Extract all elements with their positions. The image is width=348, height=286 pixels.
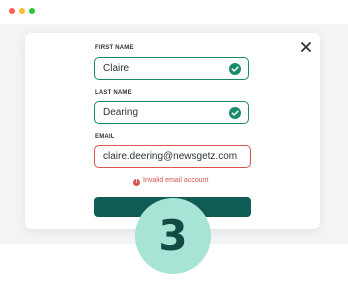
check-circle-icon <box>229 63 241 75</box>
last-name-label: LAST NAME <box>95 90 132 96</box>
close-icon[interactable] <box>300 41 312 53</box>
title-bar <box>0 0 348 24</box>
email-label: EMAIL <box>95 134 115 140</box>
email-value: claire.deering@newsgetz.com <box>103 151 238 162</box>
step-number-badge: 3 <box>135 198 211 274</box>
email-field[interactable]: claire.deering@newsgetz.com <box>94 145 251 168</box>
app-window: FIRST NAME Claire LAST NAME Dearing EMAI… <box>0 0 348 286</box>
error-circle-icon: ! <box>133 179 140 186</box>
check-circle-icon <box>229 107 241 119</box>
close-window-dot[interactable] <box>9 8 15 14</box>
email-error-message: ! Invalid email account <box>133 177 208 186</box>
email-error-text: Invalid email account <box>143 177 209 184</box>
last-name-value: Dearing <box>103 107 139 118</box>
maximize-window-dot[interactable] <box>29 8 35 14</box>
first-name-value: Claire <box>103 63 130 74</box>
first-name-label: FIRST NAME <box>95 45 134 51</box>
minimize-window-dot[interactable] <box>19 8 25 14</box>
first-name-field[interactable]: Claire <box>94 57 249 80</box>
last-name-field[interactable]: Dearing <box>94 101 249 124</box>
step-number: 3 <box>158 211 188 260</box>
